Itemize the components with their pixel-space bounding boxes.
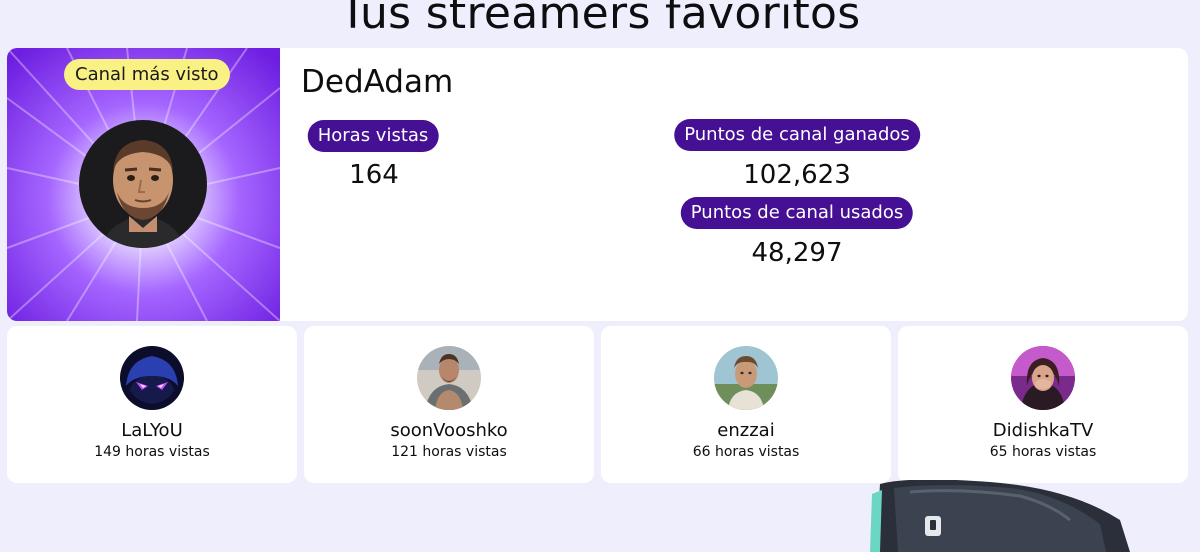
streamer-avatar[interactable] (714, 346, 778, 410)
streamer-avatar[interactable] (120, 346, 184, 410)
streamer-hours: 121 horas vistas (391, 444, 507, 460)
points-earned-value: 102,623 (743, 160, 851, 190)
young-man-photo-avatar-icon (714, 346, 778, 410)
robot-figure-decoration (870, 480, 1130, 552)
streamer-hours: 149 horas vistas (94, 444, 210, 460)
man-photo-avatar-icon (417, 346, 481, 410)
streamer-name[interactable]: enzzai (601, 420, 891, 442)
featured-streamer-name[interactable]: DedAdam (301, 62, 453, 102)
streamer-name[interactable]: DidishkaTV (898, 420, 1188, 442)
bearded-man-avatar-icon (79, 120, 207, 248)
featured-streamer-avatar[interactable] (79, 120, 207, 248)
streamer-name[interactable]: LaLYoU (7, 420, 297, 442)
featured-channel-card[interactable]: Canal más visto DedAdam Horas vistas 164… (7, 48, 1188, 321)
points-spent-label: Puntos de canal usados (680, 197, 914, 229)
most-watched-badge: Canal más visto (64, 59, 230, 90)
points-spent-value: 48,297 (751, 238, 843, 268)
page-title: Tus streamers favoritos (339, 0, 861, 39)
hours-watched-value: 164 (349, 160, 399, 190)
streamer-card[interactable]: LaLYoU 149 horas vistas (7, 326, 297, 483)
streamer-card[interactable]: enzzai 66 horas vistas (601, 326, 891, 483)
purple-creature-avatar-icon (120, 346, 184, 410)
streamer-card[interactable]: soonVooshko 121 horas vistas (304, 326, 594, 483)
woman-photo-avatar-icon (1011, 346, 1075, 410)
streamer-hours: 66 horas vistas (692, 444, 800, 460)
points-earned-label: Puntos de canal ganados (674, 119, 920, 151)
streamer-avatar[interactable] (417, 346, 481, 410)
streamer-avatar[interactable] (1011, 346, 1075, 410)
streamer-card[interactable]: DidishkaTV 65 horas vistas (898, 326, 1188, 483)
hours-watched-label: Horas vistas (307, 120, 439, 152)
featured-art-panel: Canal más visto (7, 48, 280, 321)
streamer-hours: 65 horas vistas (989, 444, 1097, 460)
streamer-name[interactable]: soonVooshko (304, 420, 594, 442)
